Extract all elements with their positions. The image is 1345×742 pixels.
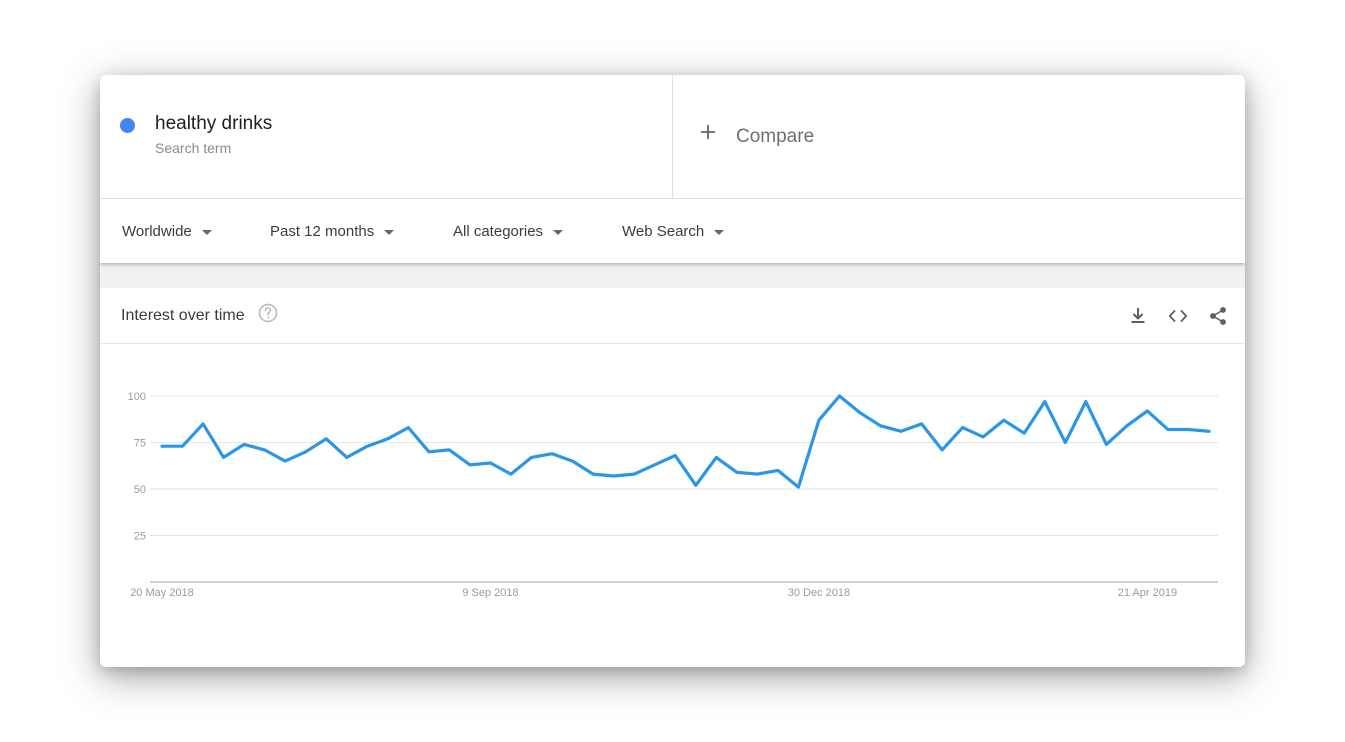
compare-label: Compare bbox=[736, 126, 815, 147]
caret-down-icon bbox=[384, 229, 395, 235]
trends-card: healthy drinks Search term Compare World… bbox=[100, 75, 1245, 667]
panel-header: Interest over time bbox=[100, 288, 1245, 344]
filter-time-range[interactable]: Past 12 months bbox=[270, 223, 395, 240]
search-term-subtitle: Search term bbox=[155, 140, 232, 156]
filter-region[interactable]: Worldwide bbox=[122, 223, 212, 240]
y-tick-label: 50 bbox=[134, 484, 146, 496]
filter-region-label: Worldwide bbox=[122, 223, 192, 240]
search-term-chip[interactable]: healthy drinks Search term bbox=[100, 75, 673, 198]
share-icon[interactable] bbox=[1207, 305, 1229, 327]
filter-search-type[interactable]: Web Search bbox=[622, 223, 725, 240]
search-header: healthy drinks Search term Compare World… bbox=[100, 75, 1245, 263]
caret-down-icon bbox=[714, 229, 725, 235]
caret-down-icon bbox=[201, 229, 212, 235]
y-tick-label: 75 bbox=[134, 438, 146, 450]
interest-line-chart: 25 50 75 100 20 May 2018 9 Sep 2018 30 Dec 201… bbox=[128, 391, 1218, 599]
filter-category-label: All categories bbox=[453, 223, 544, 240]
embed-icon[interactable] bbox=[1167, 305, 1189, 327]
plus-icon bbox=[701, 125, 715, 139]
caret-down-icon bbox=[553, 229, 564, 235]
filter-time-label: Past 12 months bbox=[270, 223, 375, 240]
term-color-dot bbox=[120, 118, 135, 133]
compare-button[interactable]: Compare bbox=[673, 75, 1245, 198]
search-term-name[interactable]: healthy drinks bbox=[155, 113, 272, 135]
y-tick-label: 25 bbox=[134, 531, 146, 543]
x-tick-label: 30 Dec 2018 bbox=[788, 587, 850, 599]
x-tick-label: 20 May 2018 bbox=[130, 587, 194, 599]
series-line-healthy-drinks bbox=[160, 394, 1211, 489]
y-tick-label: 100 bbox=[128, 391, 146, 403]
filter-search-type-label: Web Search bbox=[622, 223, 705, 240]
download-icon[interactable] bbox=[1127, 305, 1149, 327]
filter-category[interactable]: All categories bbox=[453, 223, 564, 240]
filter-bar: Worldwide Past 12 months All categories … bbox=[100, 198, 1245, 264]
x-tick-label: 9 Sep 2018 bbox=[462, 587, 518, 599]
interest-over-time-panel: Interest over time 25 50 75 100 20 May 2018 9… bbox=[100, 288, 1245, 667]
panel-title: Interest over time bbox=[121, 307, 245, 324]
help-icon[interactable] bbox=[258, 303, 278, 323]
x-tick-label: 21 Apr 2019 bbox=[1118, 587, 1177, 599]
